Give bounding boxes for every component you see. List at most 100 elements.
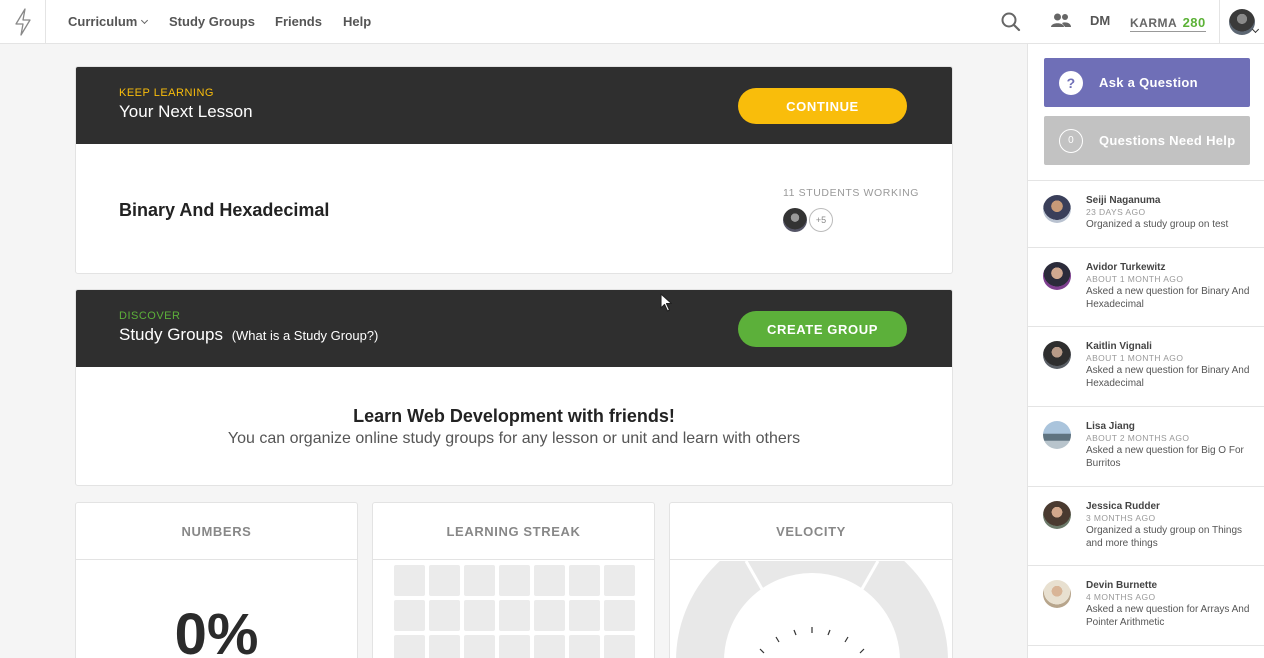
nav-study-groups[interactable]: Study Groups: [169, 14, 255, 29]
activity-item[interactable]: Devin Burnette 4 MONTHS AGO Asked a new …: [1028, 566, 1264, 646]
discover-kicker: DISCOVER: [119, 310, 181, 322]
activity-text: Asked a new question for Big O For Burri…: [1086, 445, 1244, 469]
activity-feed: Seiji Naganuma 23 DAYS AGO Organized a s…: [1028, 180, 1264, 646]
learning-streak-card: LEARNING STREAK: [372, 502, 655, 658]
streak-cell: [604, 600, 635, 631]
questions-need-help-label: Questions Need Help: [1099, 133, 1236, 148]
activity-item[interactable]: Avidor Turkewitz ABOUT 1 MONTH AGO Asked…: [1028, 248, 1264, 327]
study-groups-title-text: Study Groups: [119, 325, 223, 344]
question-mark-icon: ?: [1059, 71, 1083, 95]
streak-cell: [534, 635, 565, 658]
nav-curriculum[interactable]: Curriculum: [68, 14, 149, 29]
nav-friends[interactable]: Friends: [275, 14, 322, 29]
what-is-study-group-link[interactable]: (What is a Study Group?): [232, 328, 379, 343]
activity-text: Asked a new question for Binary And Hexa…: [1086, 365, 1250, 389]
avatar: [1043, 341, 1071, 369]
streak-cell: [569, 565, 600, 596]
friends-button[interactable]: [1050, 12, 1072, 35]
logo[interactable]: [0, 0, 46, 44]
activity-item[interactable]: Seiji Naganuma 23 DAYS AGO Organized a s…: [1028, 181, 1264, 248]
avatar: [1043, 195, 1071, 223]
activity-name: Avidor Turkewitz: [1086, 262, 1166, 273]
study-groups-card: DISCOVER Study Groups (What is a Study G…: [75, 289, 953, 486]
streak-cell: [534, 565, 565, 596]
help-count-badge: 0: [1059, 129, 1083, 153]
avatar: [1043, 501, 1071, 529]
karma-label: KARMA: [1130, 16, 1177, 30]
streak-cell: [394, 565, 425, 596]
numbers-heading: NUMBERS: [76, 503, 357, 560]
user-initials[interactable]: DM: [1090, 13, 1110, 28]
streak-grid: [394, 565, 635, 658]
promo-title: Learn Web Development with friends!: [353, 406, 675, 426]
questions-need-help-button[interactable]: 0 Questions Need Help: [1044, 116, 1250, 165]
streak-cell: [499, 635, 530, 658]
streak-cell: [464, 635, 495, 658]
users-icon: [1051, 13, 1071, 27]
user-menu[interactable]: [1219, 0, 1264, 44]
streak-cell: [464, 565, 495, 596]
next-lesson-header: KEEP LEARNING Your Next Lesson CONTINUE: [76, 67, 952, 144]
next-lesson-card: KEEP LEARNING Your Next Lesson CONTINUE …: [75, 66, 953, 274]
activity-text: Asked a new question for Arrays And Poin…: [1086, 604, 1250, 628]
streak-cell: [464, 600, 495, 631]
more-students-badge[interactable]: +5: [809, 208, 833, 232]
streak-cell: [569, 635, 600, 658]
avatar: [1229, 9, 1255, 35]
students-working: 11 STUDENTS WORKING: [783, 187, 920, 199]
keep-learning-kicker: KEEP LEARNING: [119, 87, 214, 99]
activity-item[interactable]: Kaitlin Vignali ABOUT 1 MONTH AGO Asked …: [1028, 327, 1264, 407]
streak-cell: [499, 565, 530, 596]
mouse-pointer-icon: [660, 293, 673, 312]
streak-cell: [429, 565, 460, 596]
streak-cell: [534, 600, 565, 631]
continue-button[interactable]: CONTINUE: [738, 88, 907, 124]
streak-cell: [394, 635, 425, 658]
nav-curriculum-label: Curriculum: [68, 14, 138, 29]
activity-name: Kaitlin Vignali: [1086, 341, 1152, 352]
activity-item[interactable]: Jessica Rudder 3 MONTHS AGO Organized a …: [1028, 487, 1264, 566]
numbers-card: NUMBERS 0%: [75, 502, 358, 658]
next-lesson-title: Your Next Lesson: [119, 102, 253, 121]
karma-link[interactable]: KARMA 280: [1130, 15, 1206, 32]
chevron-down-icon: [1251, 25, 1260, 34]
activity-time: 3 MONTHS AGO: [1086, 513, 1156, 523]
ask-question-label: Ask a Question: [1099, 75, 1198, 90]
study-groups-title: Study Groups (What is a Study Group?): [119, 325, 378, 345]
activity-time: 4 MONTHS AGO: [1086, 592, 1156, 602]
streak-cell: [429, 600, 460, 631]
activity-name: Devin Burnette: [1086, 580, 1158, 591]
streak-cell: [569, 600, 600, 631]
chevron-down-icon: [141, 16, 149, 25]
right-sidebar: ? Ask a Question 0 Questions Need Help S…: [1027, 44, 1264, 658]
learning-streak-heading: LEARNING STREAK: [373, 503, 654, 560]
student-avatar[interactable]: [783, 208, 807, 232]
avatar: [1043, 262, 1071, 290]
avatar: [1043, 421, 1071, 449]
velocity-heading: VELOCITY: [670, 503, 952, 560]
lesson-name[interactable]: Binary And Hexadecimal: [119, 200, 329, 221]
activity-time: ABOUT 1 MONTH AGO: [1086, 274, 1184, 284]
numbers-value: 0%: [174, 602, 259, 658]
karma-value: 280: [1182, 15, 1206, 30]
activity-time: 23 DAYS AGO: [1086, 207, 1146, 217]
velocity-card: VELOCITY: [669, 502, 953, 658]
velocity-gauge: [676, 561, 948, 658]
activity-time: ABOUT 2 MONTHS AGO: [1086, 433, 1190, 443]
avatar: [1043, 580, 1071, 608]
search-button[interactable]: [1000, 11, 1022, 38]
nav-help[interactable]: Help: [343, 14, 371, 29]
streak-cell: [429, 635, 460, 658]
activity-text: Organized a study group on test: [1086, 219, 1229, 230]
ask-question-button[interactable]: ? Ask a Question: [1044, 58, 1250, 107]
activity-name: Lisa Jiang: [1086, 421, 1135, 432]
activity-item[interactable]: Lisa Jiang ABOUT 2 MONTHS AGO Asked a ne…: [1028, 407, 1264, 487]
streak-cell: [604, 635, 635, 658]
activity-text: Organized a study group on Things and mo…: [1086, 525, 1243, 549]
activity-name: Jessica Rudder: [1086, 501, 1160, 512]
promo-subtitle: You can organize online study groups for…: [227, 430, 801, 447]
top-navigation: Curriculum Study Groups Friends Help DM …: [0, 0, 1264, 44]
create-group-button[interactable]: CREATE GROUP: [738, 311, 907, 347]
activity-text: Asked a new question for Binary And Hexa…: [1086, 286, 1250, 310]
lightning-logo-icon: [14, 8, 31, 36]
